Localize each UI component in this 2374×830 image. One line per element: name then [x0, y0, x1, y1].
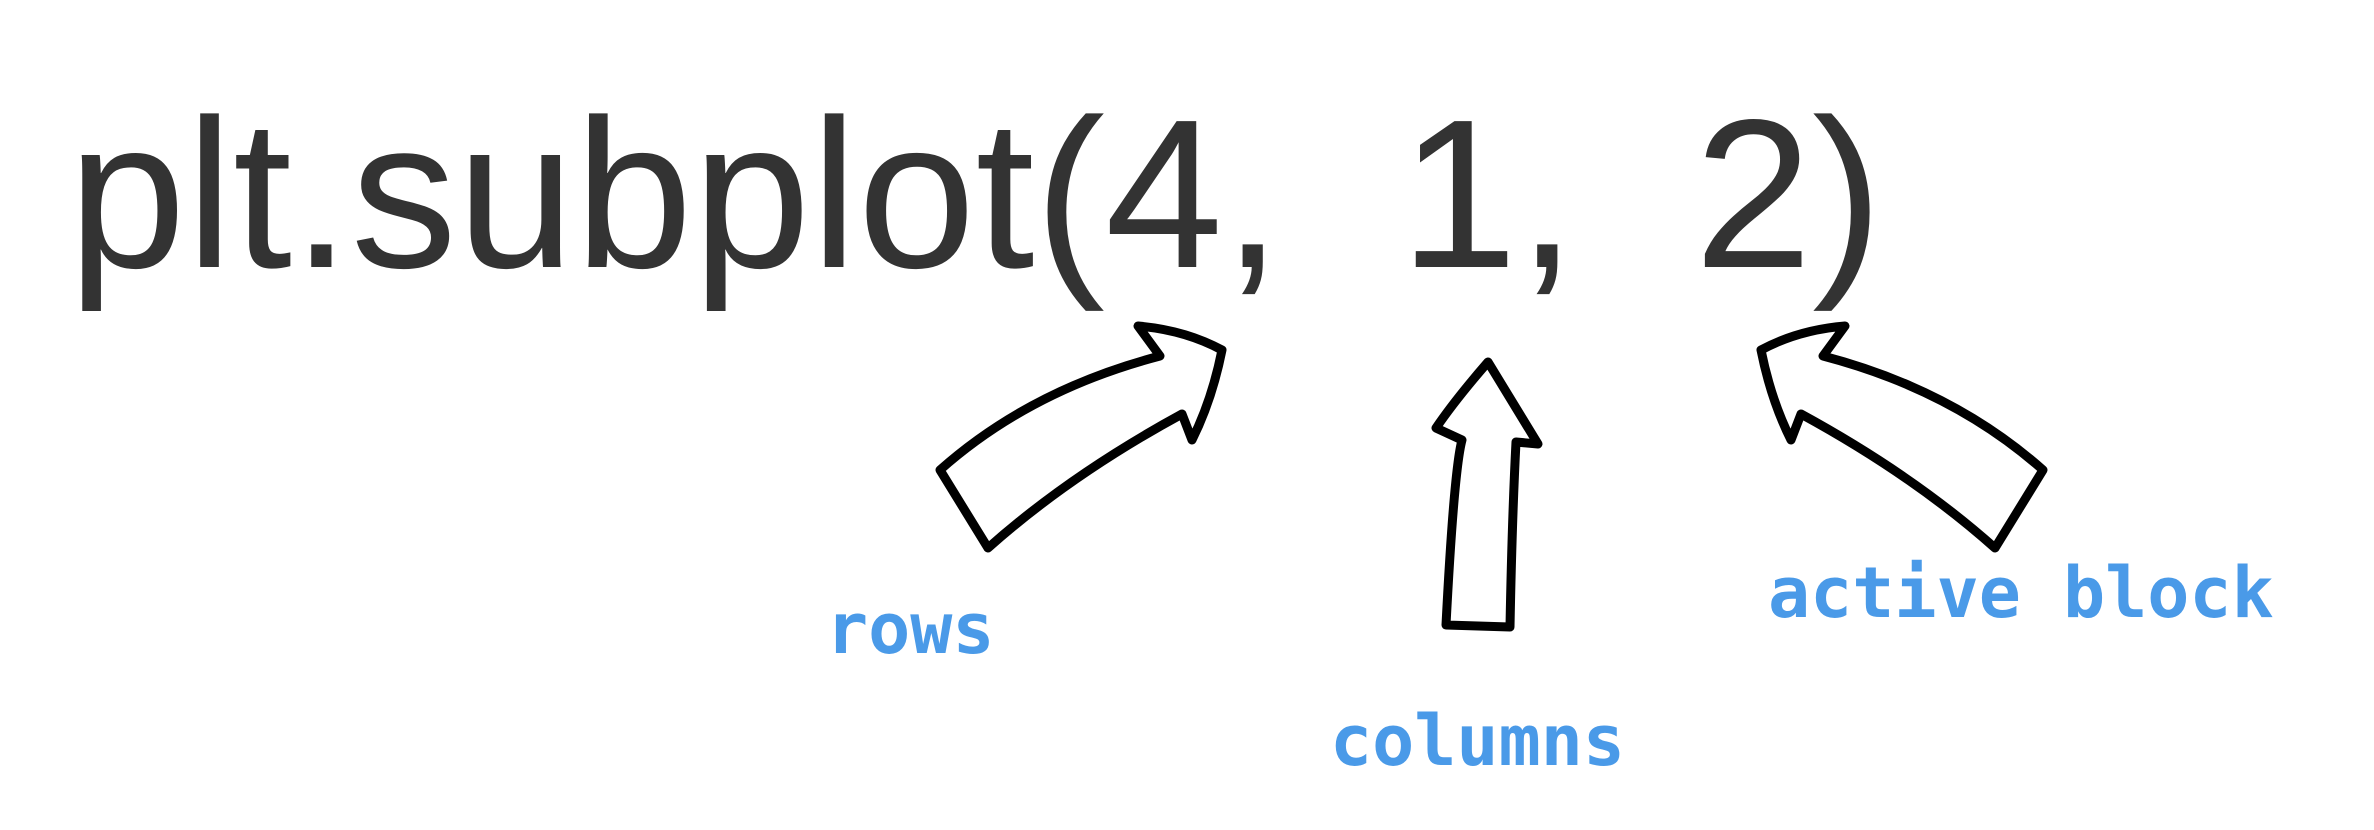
active-block-arrow [1756, 321, 2048, 553]
rows-label: rows [826, 588, 995, 670]
arrows-layer [935, 321, 2048, 632]
active-block-label: active block [1768, 552, 2274, 634]
columns-arrow [1431, 357, 1543, 632]
rows-arrow [935, 321, 1227, 553]
columns-label: columns [1330, 700, 1626, 782]
